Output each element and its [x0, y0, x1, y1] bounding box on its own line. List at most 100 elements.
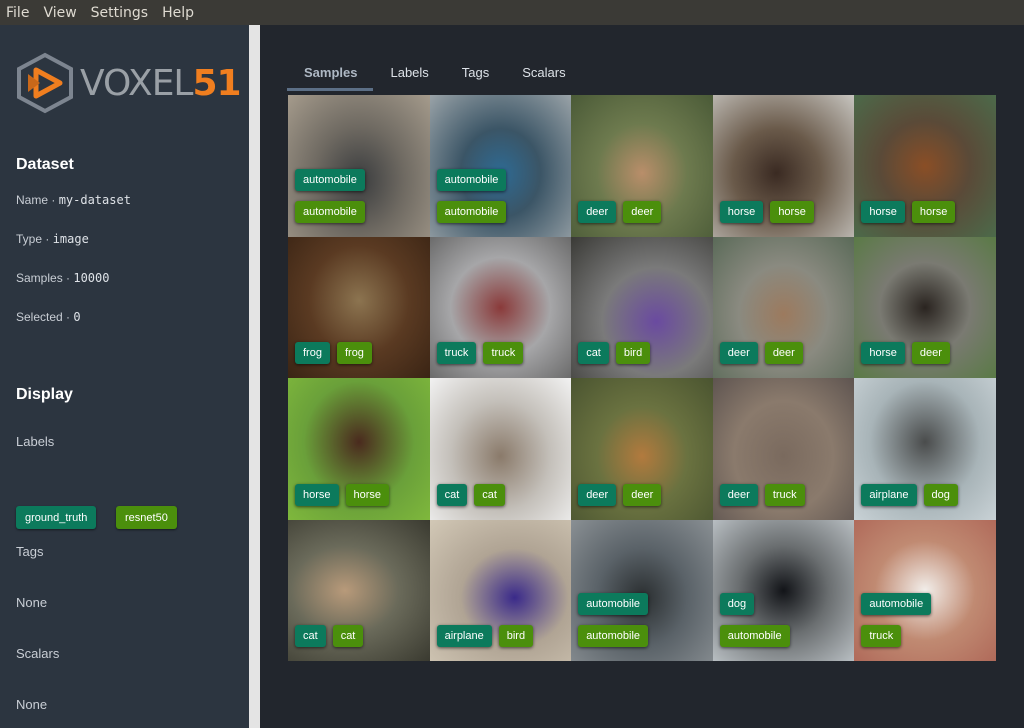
- logo-text-voxel: VOXEL: [80, 62, 193, 104]
- scalars-value: None: [16, 697, 48, 712]
- ground-truth-label: cat: [295, 625, 326, 647]
- pane-divider[interactable]: [249, 25, 260, 728]
- dataset-type-key: Type: [16, 232, 43, 246]
- label-row: cat cat: [436, 483, 505, 506]
- sample-thumbnail[interactable]: truck truck: [429, 236, 572, 378]
- label-row: cat cat: [295, 625, 364, 647]
- ground-truth-label: deer: [719, 483, 758, 506]
- label-row: deer deer: [578, 200, 662, 223]
- tab-scalars[interactable]: Scalars: [505, 60, 581, 91]
- logo: VOXEL51: [14, 52, 242, 114]
- logo-wordmark: VOXEL51: [80, 62, 242, 104]
- prediction-label: cat: [474, 483, 505, 506]
- ground-truth-label: deer: [578, 200, 617, 223]
- ground-truth-label: deer: [719, 342, 758, 364]
- prediction-label: horse: [770, 200, 814, 223]
- label-row: cat bird: [578, 342, 651, 364]
- prediction-label: automobile: [578, 625, 649, 647]
- ground-truth-label: horse: [295, 483, 339, 506]
- sample-thumbnail[interactable]: airplane bird: [429, 519, 572, 661]
- sample-thumbnail[interactable]: deer deer: [571, 378, 713, 520]
- ground-truth-label: frog: [295, 342, 330, 364]
- ground-truth-label: automobile: [295, 168, 365, 191]
- ground-truth-label: automobile: [578, 593, 649, 615]
- prediction-label: frog: [336, 342, 372, 364]
- ground-truth-label: truck: [436, 342, 477, 364]
- sample-thumbnail[interactable]: automobile automobile: [571, 519, 713, 661]
- dataset-samples-key: Samples: [16, 271, 63, 285]
- labels-heading: Labels: [16, 434, 55, 449]
- prediction-label: cat: [332, 625, 364, 647]
- sample-thumbnail[interactable]: cat cat: [288, 519, 430, 661]
- sample-thumbnail[interactable]: cat cat: [429, 378, 572, 520]
- menu-settings[interactable]: Settings: [91, 5, 148, 21]
- ground-truth-label: dog: [719, 593, 755, 615]
- tab-tags[interactable]: Tags: [445, 60, 505, 91]
- sample-thumbnail[interactable]: dog automobile: [712, 519, 855, 661]
- prediction-label: deer: [623, 200, 662, 223]
- sample-thumbnail[interactable]: deer deer: [571, 95, 713, 237]
- ground-truth-label: airplane: [436, 625, 492, 647]
- menu-view[interactable]: View: [43, 5, 76, 21]
- sample-thumbnail[interactable]: frog frog: [288, 236, 430, 378]
- dataset-name-key: Name: [16, 193, 49, 207]
- logo-text-51: 51: [192, 62, 242, 104]
- label-row: truck truck: [436, 342, 524, 364]
- menu-help[interactable]: Help: [162, 5, 194, 21]
- sample-thumbnail[interactable]: automobile truck: [854, 519, 996, 661]
- sample-thumbnail[interactable]: horse horse: [712, 95, 855, 237]
- menu-bar: File View Settings Help: [0, 0, 1024, 25]
- voxel51-logo-icon: [17, 52, 73, 114]
- label-row: deer deer: [719, 342, 803, 364]
- label-row: airplane dog: [861, 483, 958, 506]
- sample-thumbnail[interactable]: deer truck: [712, 378, 855, 520]
- prediction-label: truck: [861, 625, 902, 647]
- sample-thumbnail[interactable]: automobile automobile: [288, 95, 430, 237]
- label-row: horse horse: [719, 200, 814, 223]
- main-panel: Samples Labels Tags Scalars automobile au…: [260, 25, 1024, 728]
- ground-truth-label: horse: [861, 200, 905, 223]
- prediction-label: horse: [911, 200, 956, 223]
- sample-thumbnail[interactable]: horse horse: [854, 95, 996, 237]
- scalars-heading: Scalars: [16, 646, 60, 661]
- dataset-selected-value: 0: [73, 310, 81, 324]
- tags-heading: Tags: [16, 544, 44, 559]
- label-toggle-ground-truth[interactable]: ground_truth: [16, 506, 97, 529]
- dataset-heading: Dataset: [16, 156, 74, 173]
- menu-file[interactable]: File: [6, 5, 29, 21]
- sample-thumbnail[interactable]: horse horse: [288, 378, 430, 520]
- sample-thumbnail[interactable]: deer deer: [712, 236, 855, 378]
- prediction-label: dog: [923, 483, 958, 506]
- sample-thumbnail[interactable]: horse deer: [854, 236, 996, 378]
- dataset-selected-key: Selected: [16, 310, 63, 324]
- dataset-type-value: image: [52, 232, 89, 246]
- prediction-label: deer: [764, 342, 803, 364]
- label-row: frog frog: [295, 342, 372, 364]
- label-row: deer truck: [719, 483, 805, 506]
- display-heading: Display: [16, 386, 73, 403]
- dataset-samples-row: Samples · 10000: [16, 271, 110, 285]
- ground-truth-label: horse: [861, 342, 905, 364]
- tab-labels[interactable]: Labels: [373, 60, 444, 91]
- prediction-label: horse: [345, 483, 390, 506]
- sample-thumbnail[interactable]: airplane dog: [854, 378, 996, 520]
- dataset-name-row: Name · my-dataset: [16, 193, 131, 207]
- prediction-label: truck: [764, 483, 805, 506]
- sample-thumbnail[interactable]: cat bird: [571, 236, 713, 378]
- dataset-type-row: Type · image: [16, 232, 89, 246]
- label-row: horse horse: [295, 483, 390, 506]
- prediction-label: bird: [615, 342, 651, 364]
- sidebar: VOXEL51 Dataset Name · my-dataset Type ·…: [0, 25, 249, 728]
- label-toggle-resnet50[interactable]: resnet50: [116, 506, 177, 529]
- sample-thumbnail[interactable]: automobile automobile: [429, 95, 572, 237]
- ground-truth-label: automobile: [436, 168, 507, 191]
- ground-truth-label: airplane: [861, 483, 917, 506]
- prediction-label: automobile: [295, 200, 365, 223]
- ground-truth-label: deer: [578, 483, 617, 506]
- tab-samples[interactable]: Samples: [287, 60, 374, 91]
- prediction-label: bird: [498, 625, 534, 647]
- prediction-label: automobile: [436, 200, 507, 223]
- dataset-selected-row: Selected · 0: [16, 310, 81, 324]
- tags-value: None: [16, 595, 48, 610]
- dataset-name-value: my-dataset: [58, 193, 131, 207]
